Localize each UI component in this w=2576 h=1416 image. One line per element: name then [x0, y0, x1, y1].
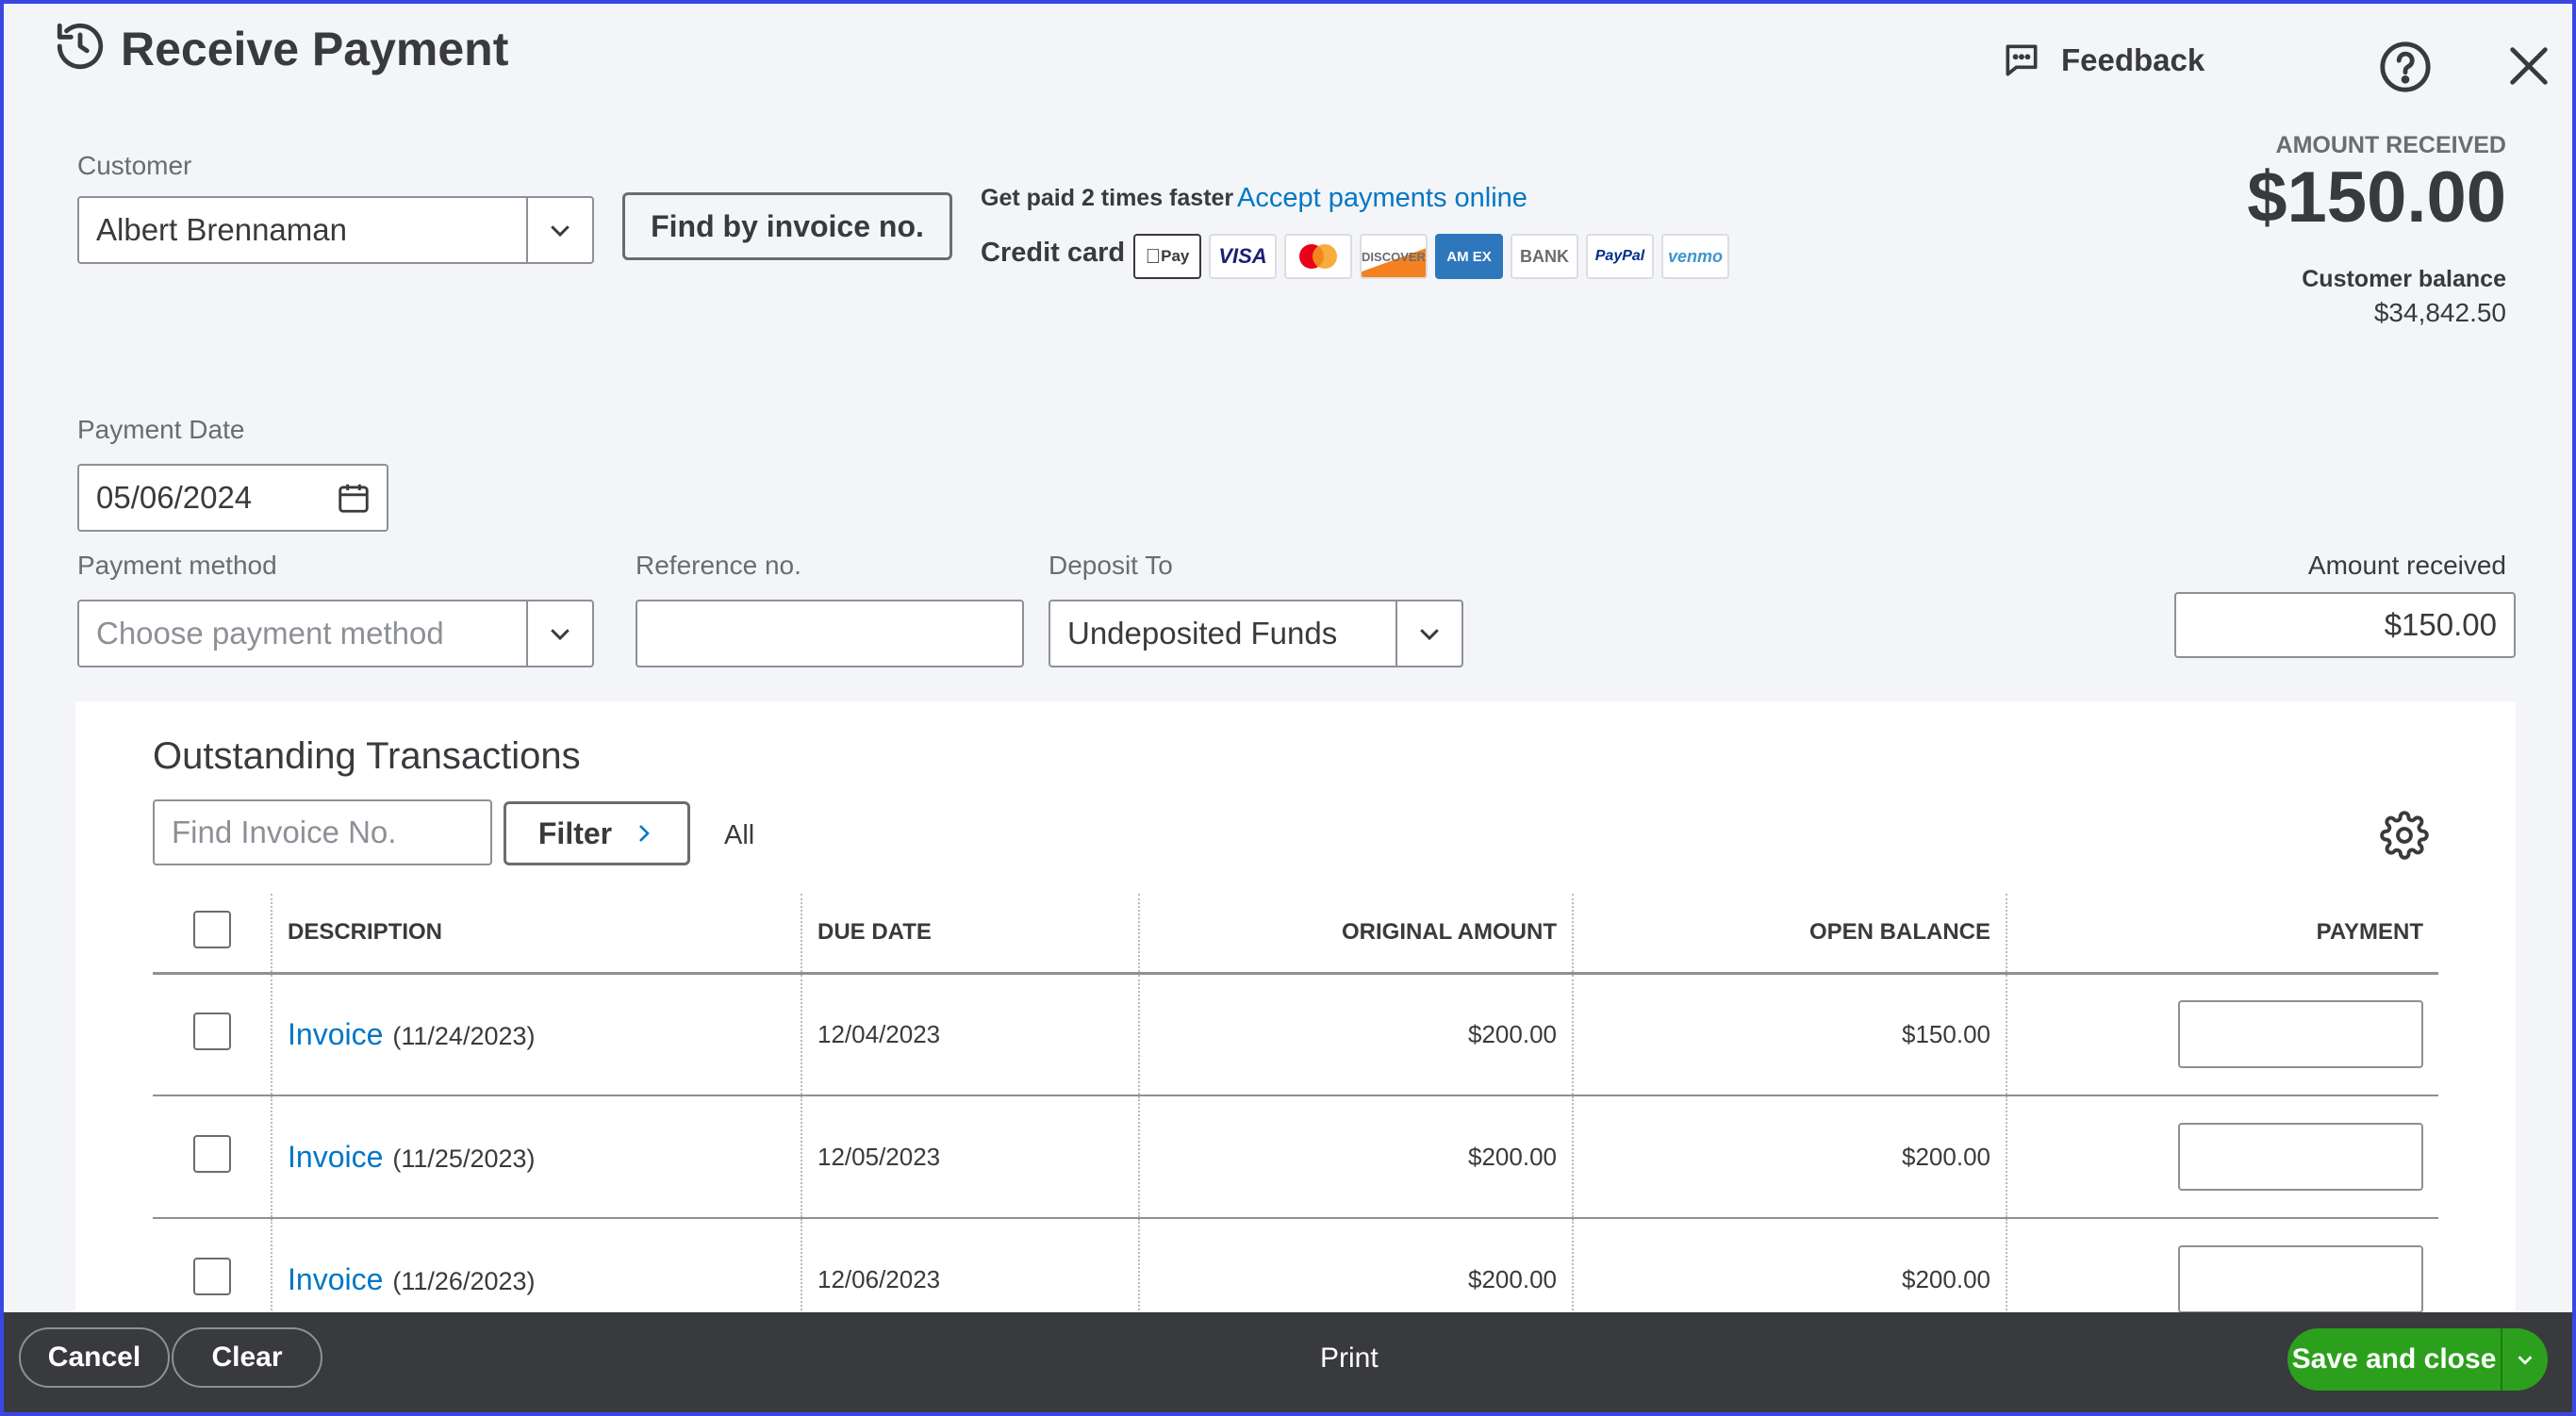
save-options-chevron-down-icon[interactable] — [2501, 1328, 2548, 1391]
history-icon[interactable] — [53, 19, 107, 74]
filter-label: Filter — [537, 815, 613, 850]
feedback-label: Feedback — [2061, 42, 2205, 77]
row-checkbox[interactable] — [192, 1012, 231, 1050]
save-and-close-button[interactable]: Save and close — [2287, 1328, 2548, 1391]
discover-logo: DISCOVER — [1360, 234, 1428, 279]
select-all-cell — [153, 894, 272, 975]
calendar-icon[interactable] — [336, 480, 372, 516]
mastercard-logo — [1284, 234, 1352, 279]
get-paid-text: Get paid 2 times faster — [981, 185, 1234, 211]
select-all-checkbox[interactable] — [192, 910, 231, 948]
open-balance-cell: $200.00 — [1572, 1095, 2006, 1219]
payment-date-input[interactable]: 05/06/2024 — [77, 464, 388, 532]
help-icon[interactable] — [2378, 40, 2433, 94]
chat-bubble-icon — [2006, 44, 2038, 76]
invoice-date: (11/25/2023) — [392, 1144, 536, 1173]
bank-logo: BANK — [1511, 234, 1578, 279]
amount-received-total: $150.00 — [2247, 157, 2506, 238]
payment-method-placeholder: Choose payment method — [96, 616, 444, 650]
print-button[interactable]: Print — [1320, 1342, 1379, 1375]
amount-received-label: AMOUNT RECEIVED — [2275, 132, 2506, 158]
apple-pay-logo: Pay — [1133, 234, 1201, 279]
filter-all-label: All — [724, 820, 755, 850]
table-header-row: DESCRIPTION DUE DATE ORIGINAL AMOUNT OPE… — [153, 894, 2438, 975]
accept-payments-link[interactable]: Accept payments online — [1237, 183, 1527, 214]
description-cell: Invoice (11/25/2023) — [271, 1095, 801, 1219]
reference-label: Reference no. — [636, 551, 801, 580]
deposit-to-value: Undeposited Funds — [1067, 616, 1338, 650]
payment-cell — [2006, 973, 2438, 1096]
find-by-invoice-button[interactable]: Find by invoice no. — [622, 192, 952, 260]
invoice-date: (11/24/2023) — [392, 1021, 536, 1050]
customer-balance-value: $34,842.50 — [2373, 298, 2506, 327]
page-title: Receive Payment — [121, 23, 509, 75]
feedback-button[interactable]: Feedback — [2001, 40, 2204, 81]
reference-input[interactable] — [636, 600, 1024, 667]
original-amount-cell: $200.00 — [1138, 973, 1573, 1096]
original-amount-cell: $200.00 — [1138, 1095, 1573, 1219]
deposit-to-label: Deposit To — [1049, 551, 1173, 580]
col-description[interactable]: DESCRIPTION — [271, 894, 801, 975]
col-open-balance[interactable]: OPEN BALANCE — [1572, 894, 2006, 975]
row-select-cell — [153, 1095, 272, 1219]
description-cell: Invoice (11/24/2023) — [271, 973, 801, 1096]
customer-balance-label: Customer balance — [2302, 266, 2506, 292]
payment-input[interactable] — [2178, 1245, 2423, 1313]
close-icon[interactable] — [2504, 41, 2553, 91]
visa-logo: VISA — [1209, 234, 1277, 279]
credit-card-label: Credit card — [981, 238, 1126, 268]
footer-bar — [4, 1312, 2572, 1412]
payment-method-label: Payment method — [77, 551, 277, 580]
col-original-amount[interactable]: ORIGINAL AMOUNT — [1138, 894, 1573, 975]
chevron-down-icon[interactable] — [526, 601, 592, 666]
gear-icon[interactable] — [2380, 811, 2429, 860]
due-date-cell: 12/04/2023 — [801, 973, 1139, 1096]
payment-date-label: Payment Date — [77, 415, 245, 444]
chevron-down-icon[interactable] — [526, 198, 592, 262]
due-date-cell: 12/05/2023 — [801, 1095, 1139, 1219]
amount-received-input[interactable]: $150.00 — [2174, 592, 2516, 658]
cancel-button[interactable]: Cancel — [19, 1327, 170, 1388]
col-payment[interactable]: PAYMENT — [2006, 894, 2438, 975]
customer-select[interactable]: Albert Brennaman — [77, 196, 594, 264]
receive-payment-window: Receive Payment Feedback Customer Albert… — [0, 0, 2576, 1416]
invoice-link[interactable]: Invoice — [288, 1140, 383, 1174]
venmo-logo: venmo — [1661, 234, 1729, 279]
outstanding-title: Outstanding Transactions — [153, 735, 581, 777]
open-balance-cell: $150.00 — [1572, 973, 2006, 1096]
amount-received-input-value: $150.00 — [2384, 607, 2497, 642]
payment-date-value: 05/06/2024 — [96, 480, 253, 515]
find-invoice-placeholder: Find Invoice No. — [172, 815, 397, 849]
transactions-table: DESCRIPTION DUE DATE ORIGINAL AMOUNT OPE… — [153, 894, 2438, 1342]
invoice-link[interactable]: Invoice — [288, 1017, 383, 1051]
customer-value: Albert Brennaman — [96, 212, 347, 247]
customer-label: Customer — [77, 151, 192, 180]
row-select-cell — [153, 973, 272, 1096]
payment-cell — [2006, 1095, 2438, 1219]
chevron-right-icon — [639, 825, 650, 842]
row-checkbox[interactable] — [192, 1134, 231, 1173]
save-and-close-label: Save and close — [2291, 1343, 2497, 1375]
deposit-to-select[interactable]: Undeposited Funds — [1049, 600, 1463, 667]
chevron-down-icon[interactable] — [1395, 601, 1461, 666]
table-row: Invoice (11/24/2023) 12/04/2023 $200.00 $… — [153, 973, 2438, 1096]
filter-button[interactable]: Filter — [504, 801, 690, 865]
col-due-date[interactable]: DUE DATE — [801, 894, 1139, 975]
payment-method-select[interactable]: Choose payment method — [77, 600, 594, 667]
card-logos: Pay VISA DISCOVER AM EX BANK PayPal ven… — [1133, 234, 1729, 279]
paypal-logo: PayPal — [1586, 234, 1654, 279]
invoice-link[interactable]: Invoice — [288, 1262, 383, 1296]
find-invoice-input[interactable]: Find Invoice No. — [153, 799, 492, 865]
clear-button[interactable]: Clear — [172, 1327, 322, 1388]
row-checkbox[interactable] — [192, 1257, 231, 1295]
invoice-date: (11/26/2023) — [392, 1266, 536, 1295]
amex-logo: AM EX — [1435, 234, 1503, 279]
amount-received-field-label: Amount received — [2307, 551, 2506, 580]
table-row: Invoice (11/25/2023) 12/05/2023 $200.00 $… — [153, 1095, 2438, 1219]
payment-input[interactable] — [2178, 1123, 2423, 1191]
payment-input[interactable] — [2178, 1000, 2423, 1069]
